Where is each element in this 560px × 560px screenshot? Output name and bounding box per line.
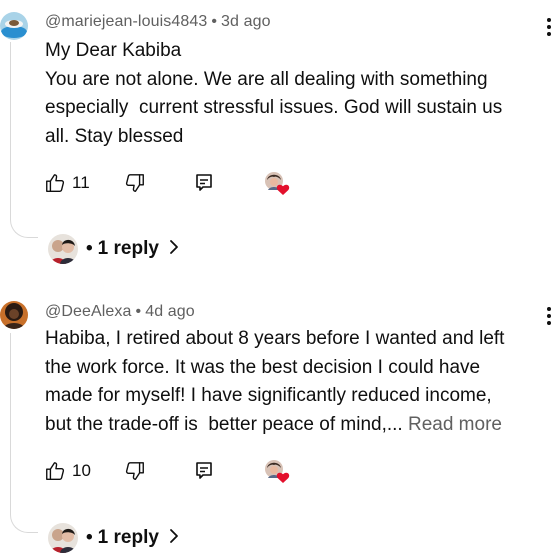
chevron-right-icon — [169, 239, 179, 260]
creator-heart-icon — [262, 170, 292, 196]
creator-heart-badge[interactable] — [262, 170, 292, 196]
thread-line — [10, 42, 38, 238]
more-vertical-icon[interactable] — [546, 307, 552, 325]
avatar[interactable] — [0, 12, 28, 40]
more-vertical-icon[interactable] — [546, 18, 552, 36]
like-button[interactable]: 11 — [44, 170, 90, 196]
creator-heart-badge[interactable] — [262, 458, 292, 484]
comment-author[interactable]: @DeeAlexa — [45, 303, 132, 320]
like-count: 10 — [72, 461, 91, 480]
thumb-up-icon — [44, 172, 66, 194]
comment-text: Habiba, I retired about 8 years before I… — [45, 328, 505, 435]
comment-thread: @DeeAlexa • 4d ago Habiba, I retired about… — [0, 285, 560, 560]
comment-actions: 10 — [44, 458, 304, 484]
chevron-right-icon — [169, 528, 179, 549]
thumb-up-icon — [44, 460, 66, 482]
comment-actions: 11 — [44, 170, 304, 196]
thumb-down-icon — [124, 460, 146, 482]
comment-header: @mariejean-louis4843 • 3d ago — [45, 13, 271, 31]
replies-label: • 1 reply — [86, 527, 159, 548]
read-more-link[interactable]: Read more — [408, 414, 502, 435]
comment-author[interactable]: @mariejean-louis4843 — [45, 13, 207, 30]
dislike-button[interactable] — [124, 458, 146, 484]
reply-avatar — [48, 234, 78, 264]
comment-time: 3d ago — [221, 13, 271, 30]
view-replies-button[interactable]: • 1 reply — [48, 523, 179, 553]
reply-button[interactable] — [194, 458, 214, 484]
thread-line — [10, 333, 38, 533]
avatar[interactable] — [0, 301, 28, 329]
thumb-down-icon — [124, 172, 146, 194]
comment-text: My Dear Kabiba You are not alone. We are… — [45, 40, 503, 147]
comment-thread: @mariejean-louis4843 • 3d ago My Dear Kabi… — [0, 0, 560, 285]
separator: • — [135, 303, 142, 320]
like-button[interactable]: 10 — [44, 458, 91, 484]
reply-comment-icon — [194, 172, 214, 194]
reply-button[interactable] — [194, 170, 214, 196]
reply-comment-icon — [194, 460, 214, 482]
dislike-button[interactable] — [124, 170, 146, 196]
reply-avatar — [48, 523, 78, 553]
creator-heart-icon — [262, 458, 292, 484]
replies-label: • 1 reply — [86, 238, 159, 259]
comment-header: @DeeAlexa • 4d ago — [45, 303, 195, 321]
comment-time: 4d ago — [145, 303, 195, 320]
like-count: 11 — [72, 173, 90, 192]
separator: • — [211, 13, 218, 30]
view-replies-button[interactable]: • 1 reply — [48, 234, 179, 264]
